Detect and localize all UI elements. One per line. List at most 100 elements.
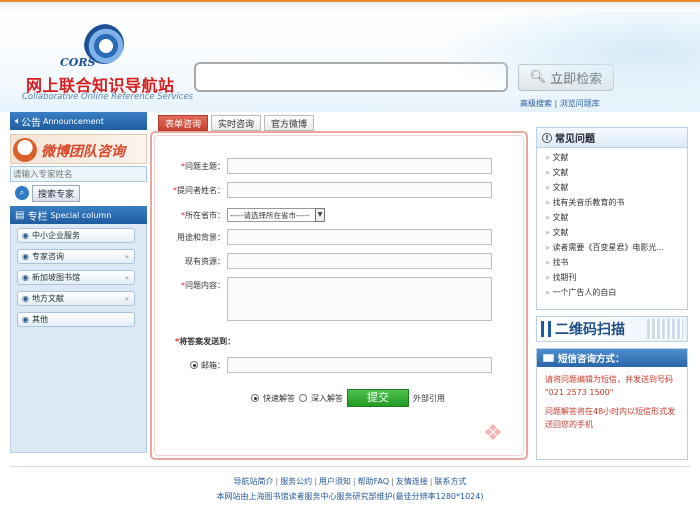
column-icon: ▤ bbox=[15, 209, 25, 221]
special-item-singapore-library[interactable]: ◉ 新加坡图书馆 » bbox=[17, 270, 135, 285]
asker-name-field[interactable] bbox=[227, 182, 492, 198]
search-links: 高级搜索 | 浏览问题库 bbox=[520, 98, 600, 109]
special-item-sme[interactable]: ◉ 中小企业服务 bbox=[17, 228, 135, 243]
weibo-team-label: 微博团队咨询 bbox=[41, 144, 125, 160]
right-sidebar: ! 常见问题 文献 文献 文献 找有关音乐教育的书 文献 文献 读者需要《百变星… bbox=[536, 127, 688, 460]
special-column-title-en: Special column bbox=[50, 210, 112, 220]
sms-instruction: 请将问题编辑为短信，并发送到号码 "021 2573 1500" bbox=[545, 375, 673, 397]
email-radio[interactable] bbox=[190, 361, 199, 369]
special-column-bar: ▤ 专栏 Special column bbox=[10, 206, 147, 224]
consult-form: *问题主题： *提问者姓名： *所在省市： -----请选择所在省市----- … bbox=[154, 135, 524, 456]
footer-separator: | bbox=[391, 477, 394, 486]
site-title-en: Collaborative Online Reference Services bbox=[22, 92, 194, 102]
footer-link-user-notice[interactable]: 用户须知 bbox=[319, 477, 351, 486]
footer-separator: | bbox=[314, 477, 317, 486]
tab-form-consult[interactable]: 表单咨询 bbox=[158, 115, 209, 131]
purpose-field[interactable] bbox=[227, 229, 492, 245]
purpose-row: 用途和背景： bbox=[155, 229, 492, 245]
announcement-title: 公告 bbox=[21, 117, 41, 129]
announcement-bar[interactable]: 🔈︎ 公告 Announcement bbox=[10, 112, 147, 130]
footer-separator: | bbox=[352, 477, 356, 486]
content-textarea[interactable] bbox=[227, 277, 492, 321]
special-item-label: 地方文献 bbox=[31, 294, 64, 303]
content-label: *问题内容： bbox=[155, 277, 227, 291]
special-item-label: 中小企业服务 bbox=[31, 231, 80, 240]
top-accent-bar bbox=[0, 0, 700, 12]
footer-link-friends[interactable]: 友情连接 bbox=[396, 477, 428, 486]
submit-button[interactable]: 提交 bbox=[347, 389, 409, 407]
email-row: 邮箱： bbox=[155, 357, 492, 373]
search-button-label: 立即检索 bbox=[550, 72, 603, 87]
expert-search-button[interactable]: 搜索专家 bbox=[32, 184, 81, 202]
special-item-label: 其他 bbox=[31, 315, 48, 324]
location-pin-icon: ◉ bbox=[22, 273, 29, 282]
external-quote-link[interactable]: 外部引用 bbox=[413, 393, 445, 404]
sms-header: 短信咨询方式： bbox=[537, 349, 687, 367]
email-field[interactable] bbox=[227, 357, 492, 373]
faq-item[interactable]: 文献 bbox=[545, 152, 687, 167]
search-button[interactable]: 🔍︎ 立即检索 bbox=[518, 64, 614, 91]
faq-item[interactable]: 文献 bbox=[545, 167, 687, 182]
quick-answer-radio[interactable] bbox=[251, 394, 259, 402]
qr-bars-icon bbox=[541, 321, 551, 337]
envelope-icon bbox=[543, 354, 554, 362]
email-label: 邮箱： bbox=[155, 360, 227, 371]
footer-links: 导航站简介 | 服务公约 | 用户须知 | 帮助FAQ | 友情连接 | 联系方式 bbox=[0, 476, 700, 487]
qr-code-icon bbox=[647, 319, 683, 339]
double-chevron-icon: » bbox=[124, 294, 129, 303]
province-select-value: -----请选择所在省市----- bbox=[230, 210, 310, 220]
sms-reply-note: 问题解答将在48小时内以短信形式发送回您的手机 bbox=[545, 407, 676, 429]
special-item-label: 专家咨询 bbox=[31, 252, 64, 261]
dropdown-arrow-icon: ▼ bbox=[315, 208, 325, 222]
footer-link-about[interactable]: 导航站简介 bbox=[233, 477, 273, 486]
special-item-local-docs[interactable]: ◉ 地方文献 » bbox=[17, 291, 135, 306]
left-sidebar: 🔈︎ 公告 Announcement 微博团队咨询 ⌕ 搜索专家 ▤ 专栏 Sp… bbox=[10, 112, 147, 453]
province-select[interactable]: -----请选择所在省市----- ▼ bbox=[227, 208, 325, 222]
faq-item[interactable]: 找书 bbox=[545, 257, 687, 272]
faq-item[interactable]: 文献 bbox=[545, 227, 687, 242]
resources-field[interactable] bbox=[227, 253, 492, 269]
faq-item[interactable]: 文献 bbox=[545, 182, 687, 197]
email-label-text: 邮箱： bbox=[201, 360, 225, 370]
subject-field[interactable] bbox=[227, 158, 492, 174]
tab-official-weibo[interactable]: 官方微博 bbox=[264, 115, 315, 131]
location-pin-icon: ◉ bbox=[22, 315, 29, 324]
expert-name-input[interactable] bbox=[10, 166, 147, 182]
footer-maintainer-note: 本网站由上海图书馆读者服务中心服务研究部维护(最佳分辨率1280*1024) bbox=[216, 492, 484, 501]
province-label-text: 所在省市： bbox=[185, 210, 225, 220]
consult-tabs: 表单咨询 实时咨询 官方微博 bbox=[158, 115, 315, 131]
browse-questions-link[interactable]: 浏览问题库 bbox=[560, 99, 600, 108]
sms-title: 短信咨询方式： bbox=[558, 354, 625, 365]
faq-item[interactable]: 找有关音乐教育的书 bbox=[545, 197, 687, 212]
content-label-text: 问题内容： bbox=[185, 281, 225, 290]
asker-row: *提问者姓名： bbox=[155, 182, 492, 198]
subject-row: *问题主题： bbox=[155, 158, 492, 174]
deep-answer-label: 深入解答 bbox=[311, 393, 343, 403]
footer-link-terms[interactable]: 服务公约 bbox=[280, 477, 312, 486]
sms-body: 请将问题编辑为短信，并发送到号码 "021 2573 1500" 问题解答将在4… bbox=[537, 367, 687, 443]
purpose-label: 用途和背景： bbox=[177, 232, 225, 242]
faq-item[interactable]: 文献 bbox=[545, 212, 687, 227]
special-item-label: 新加坡图书馆 bbox=[31, 273, 80, 282]
deep-answer-radio[interactable] bbox=[299, 394, 307, 402]
footer-separator: | bbox=[275, 477, 279, 486]
double-chevron-icon: » bbox=[124, 273, 129, 282]
faq-item[interactable]: 读者需要《百变星君》电影光... bbox=[545, 242, 687, 257]
faq-item[interactable]: 找期刊 bbox=[545, 272, 687, 287]
qr-code-banner[interactable]: 二维码扫描 bbox=[536, 316, 688, 342]
asker-label-text: 提问者姓名： bbox=[177, 185, 225, 195]
footer-link-contact[interactable]: 联系方式 bbox=[435, 477, 467, 486]
expert-search-row: ⌕ 搜索专家 bbox=[10, 184, 147, 202]
special-item-experts[interactable]: ◉ 专家咨询 » bbox=[17, 249, 135, 264]
link-separator: | bbox=[552, 99, 560, 108]
tab-live-consult[interactable]: 实时咨询 bbox=[211, 115, 262, 131]
faq-title: 常见问题 bbox=[555, 134, 595, 145]
consult-form-panel: *问题主题： *提问者姓名： *所在省市： -----请选择所在省市----- … bbox=[150, 131, 528, 460]
advanced-search-link[interactable]: 高级搜索 bbox=[520, 99, 552, 108]
faq-item[interactable]: 一个广告人的自白 bbox=[545, 287, 687, 302]
faq-header: ! 常见问题 bbox=[537, 128, 687, 148]
search-input[interactable] bbox=[194, 62, 508, 92]
weibo-team-banner[interactable]: 微博团队咨询 bbox=[10, 134, 147, 164]
footer-link-faq[interactable]: 帮助FAQ bbox=[358, 477, 390, 486]
special-item-other[interactable]: ◉ 其他 bbox=[17, 312, 135, 327]
